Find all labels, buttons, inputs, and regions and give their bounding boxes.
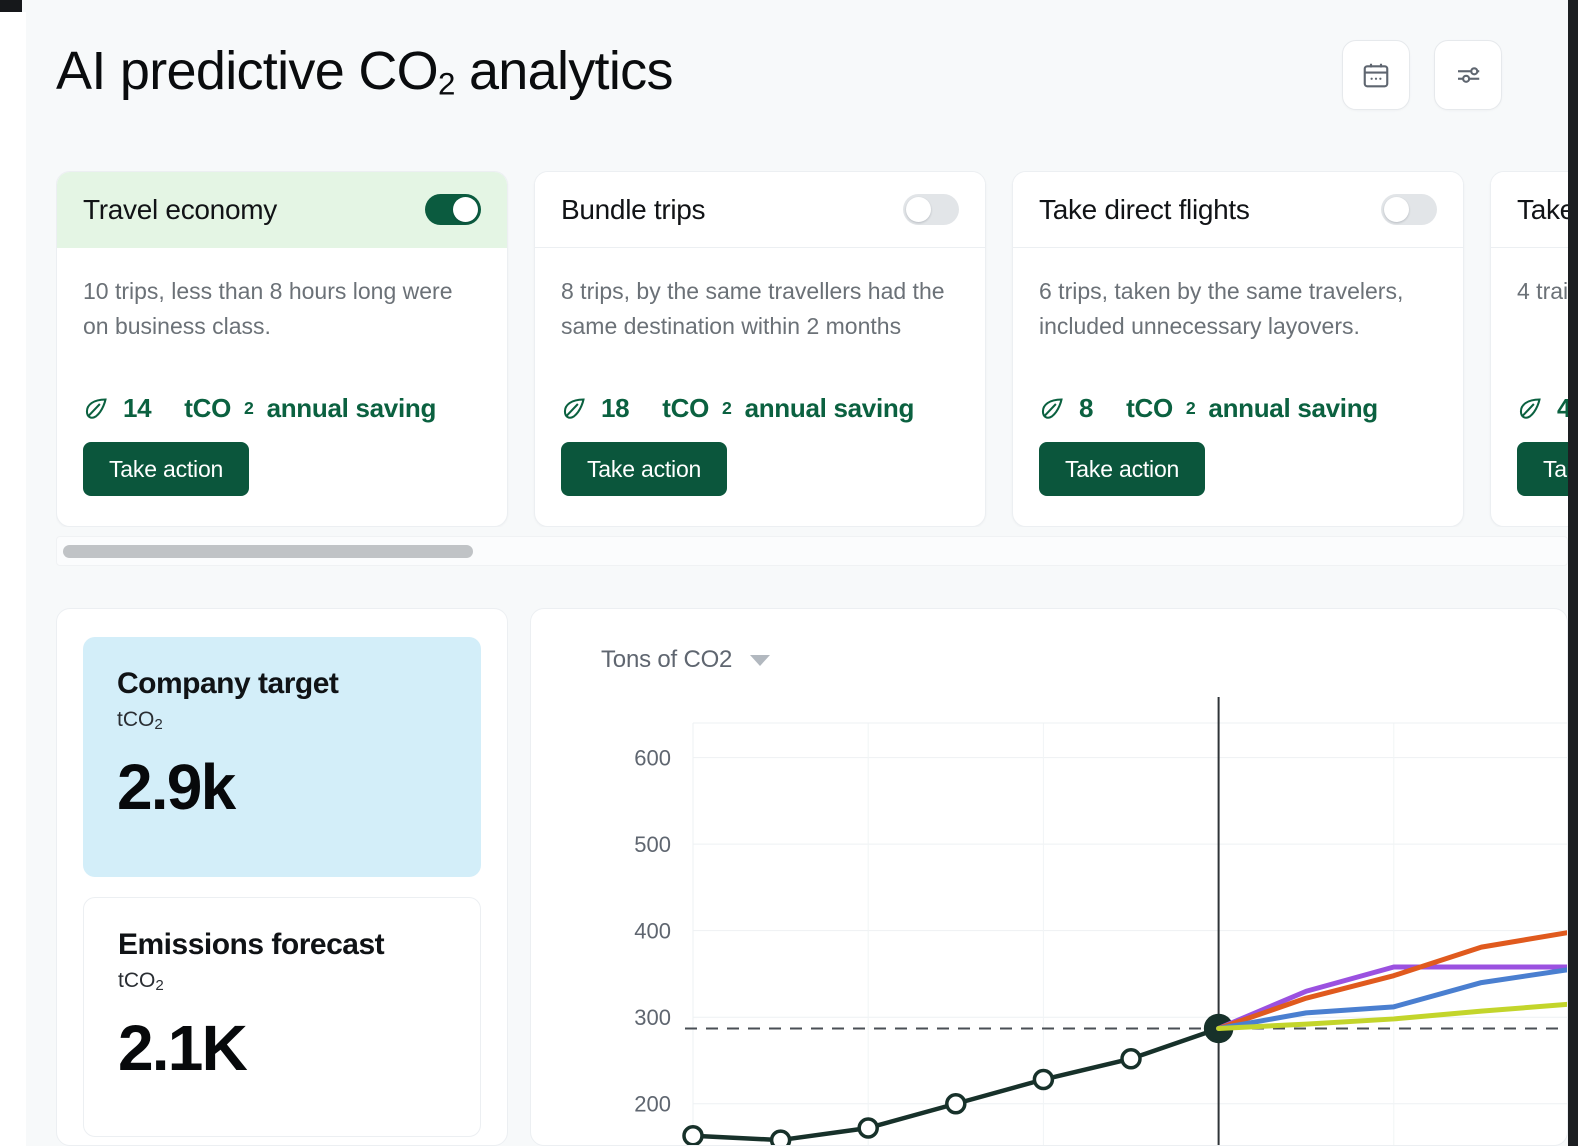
card-saving-subscript: 2 [244, 398, 254, 418]
take-action-button[interactable]: Take action [83, 442, 250, 496]
chevron-down-icon [750, 654, 771, 666]
card-title: Travel economy [83, 193, 277, 225]
card-saving-suffix: annual saving [1208, 393, 1378, 423]
scrollbar-thumb[interactable] [63, 545, 473, 558]
y-axis-tick-label: 200 [634, 1092, 671, 1117]
recommendation-card-take-direct-flights[interactable]: Take direct flights 6 trips, taken by th… [1012, 171, 1464, 527]
take-action-button[interactable]: Take action [561, 442, 728, 496]
card-body: 10 trips, less than 8 hours long were on… [57, 248, 507, 526]
calendar-icon [1363, 63, 1389, 88]
recommendation-card-partial[interactable]: Take 4 trai mont train 40 Tak [1490, 171, 1568, 527]
app-root: AI predictive CO2 analytics Travel econo… [0, 0, 1578, 1146]
toggle-knob [1384, 197, 1409, 222]
card-description: 6 trips, taken by the same travelers, in… [1039, 278, 1404, 339]
card-saving: 8 tCO 2 annual saving [1039, 393, 1437, 424]
kpi-title: Company target [117, 667, 339, 700]
y-axis-tick-label: 600 [634, 746, 671, 771]
card-saving-subscript: 2 [722, 398, 732, 418]
window-right-edge-artifact [1568, 0, 1578, 1146]
recommendation-cards-strip: Travel economy 10 trips, less than 8 hou… [56, 171, 1568, 527]
kpi-card-company-target: Company target tCO2 2.9k [83, 637, 481, 877]
card-description: 8 trips, by the same travellers had the … [561, 278, 945, 339]
y-axis-tick-label: 400 [634, 919, 671, 944]
card-saving-suffix: annual saving [744, 393, 915, 423]
chart-area: 600 500 400 300 200 [531, 697, 1567, 1145]
sliders-icon [1458, 67, 1480, 83]
card-body: 4 trai mont train 40 Tak [1491, 248, 1568, 526]
kpi-value: 2.9k [117, 751, 236, 824]
card-toggle[interactable] [903, 194, 959, 225]
card-saving-value: 40 [1557, 393, 1568, 424]
card-header: Take direct flights [1013, 172, 1463, 248]
cards-horizontal-scrollbar[interactable] [56, 536, 1568, 566]
card-saving-unit: tCO [184, 393, 232, 423]
take-action-button[interactable]: Take action [1039, 442, 1206, 496]
kpi-value: 2.1K [118, 1012, 248, 1085]
kpi-card-emissions-forecast: Emissions forecast tCO2 2.1K [83, 897, 481, 1137]
chart-data-point [769, 1129, 792, 1145]
y-axis-tick-label: 300 [634, 1005, 671, 1030]
card-toggle[interactable] [1381, 194, 1437, 225]
card-saving: 40 [1517, 393, 1568, 424]
emissions-line-chart: 600 500 400 300 200 [634, 697, 1567, 1145]
leaf-icon [85, 398, 107, 419]
chart-data-point [857, 1117, 879, 1139]
card-saving-unit: tCO [1126, 393, 1173, 423]
take-action-button[interactable]: Tak [1517, 442, 1568, 496]
card-description: 10 trips, less than 8 hours long were on… [83, 278, 453, 339]
kpi-unit-subscript: 2 [155, 977, 164, 995]
kpi-panel: Company target tCO2 2.9k Emissions forec… [56, 608, 508, 1146]
kpi-unit-text: tCO [117, 708, 155, 731]
card-header: Bundle trips [535, 172, 985, 248]
kpi-unit: tCO2 [117, 708, 447, 733]
calendar-button[interactable] [1342, 40, 1410, 110]
chart-series-line [690, 1026, 1221, 1143]
leaf-icon [1041, 398, 1063, 419]
kpi-unit-text: tCO [118, 969, 156, 992]
card-header: Travel economy [57, 172, 507, 248]
page-title-tail: analytics [454, 41, 674, 101]
card-saving-unit: tCO [662, 393, 710, 423]
recommendation-card-travel-economy[interactable]: Travel economy 10 trips, less than 8 hou… [56, 171, 508, 527]
leaf-icon [1519, 398, 1541, 419]
card-saving-suffix: annual saving [266, 393, 437, 423]
card-saving-value: 14 [123, 393, 152, 423]
card-toggle[interactable] [425, 194, 481, 225]
chart-data-point [1032, 1068, 1055, 1091]
kpi-unit: tCO2 [118, 969, 446, 994]
filters-button[interactable] [1434, 40, 1502, 110]
page-title: AI predictive CO2 analytics [56, 40, 673, 103]
chart-data-point [945, 1092, 967, 1115]
card-saving: 14 tCO 2 annual saving [83, 393, 481, 424]
left-gutter [0, 12, 26, 1146]
card-description: 4 trai mont train [1517, 278, 1568, 304]
recommendation-cards-track: Travel economy 10 trips, less than 8 hou… [56, 171, 1568, 527]
kpi-unit-subscript: 2 [154, 716, 163, 734]
card-body: 8 trips, by the same travellers had the … [535, 248, 985, 526]
page-header: AI predictive CO2 analytics [0, 0, 1568, 152]
toggle-knob [906, 197, 931, 222]
card-title: Take [1517, 193, 1568, 225]
page-title-main: AI predictive CO [56, 41, 439, 101]
chart-data-point [1120, 1047, 1142, 1070]
chart-metric-label: Tons of CO2 [601, 646, 733, 673]
chart-metric-select[interactable]: Tons of CO2 [601, 646, 771, 674]
chart-panel: Tons of CO2 600 500 400 300 200 [530, 608, 1568, 1146]
page-title-subscript: 2 [437, 66, 455, 102]
card-header: Take [1491, 172, 1568, 248]
toggle-knob [453, 197, 478, 222]
kpi-title: Emissions forecast [118, 928, 385, 961]
chart-data-point [682, 1125, 704, 1145]
card-saving-value: 18 [601, 393, 630, 423]
card-body: 6 trips, taken by the same travelers, in… [1013, 248, 1463, 526]
card-saving: 18 tCO 2 annual saving [561, 393, 959, 424]
y-axis-tick-label: 500 [634, 832, 671, 857]
recommendation-card-bundle-trips[interactable]: Bundle trips 8 trips, by the same travel… [534, 171, 986, 527]
card-title: Bundle trips [561, 193, 706, 225]
header-actions [1342, 40, 1502, 110]
card-saving-subscript: 2 [1185, 398, 1196, 418]
card-saving-value: 8 [1079, 393, 1094, 423]
leaf-icon [563, 398, 585, 419]
card-title: Take direct flights [1039, 193, 1250, 225]
